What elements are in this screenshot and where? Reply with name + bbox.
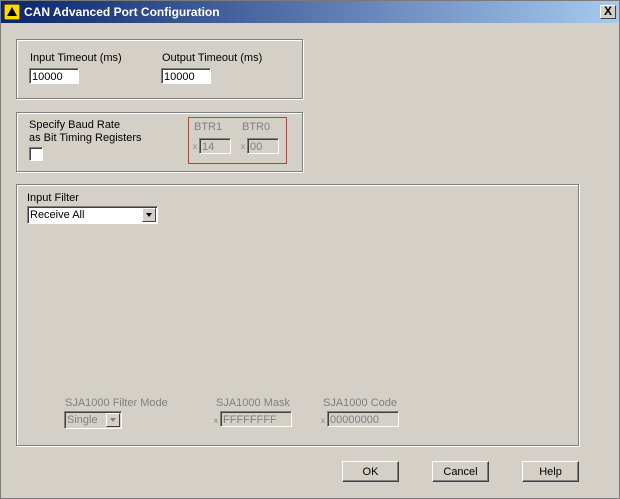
ok-button[interactable]: OK	[342, 461, 399, 482]
code-hex-prefix: x	[321, 416, 325, 425]
input-filter-label: Input Filter	[27, 192, 79, 204]
output-timeout-field[interactable]: 10000	[161, 68, 211, 84]
chevron-down-icon[interactable]	[106, 413, 120, 427]
specify-baud-label-line1: Specify Baud Rate	[29, 119, 121, 131]
filter-mode-label: SJA1000 Filter Mode	[65, 397, 168, 409]
specify-baud-label-line2: as Bit Timing Registers	[29, 132, 142, 144]
btr0-label: BTR0	[242, 121, 271, 133]
close-button[interactable]: X	[600, 5, 616, 19]
btr0-hex-prefix: x	[241, 142, 245, 151]
mask-hex-prefix: x	[214, 416, 218, 425]
window-title: CAN Advanced Port Configuration	[24, 5, 220, 19]
btr1-label: BTR1	[194, 121, 223, 133]
title-bar[interactable]: CAN Advanced Port Configuration X	[1, 1, 619, 23]
output-timeout-label: Output Timeout (ms)	[162, 52, 263, 64]
input-timeout-field[interactable]: 10000	[29, 68, 79, 84]
code-field[interactable]: 00000000	[327, 411, 399, 427]
chevron-down-icon[interactable]	[142, 208, 156, 222]
filter-mode-select[interactable]: Single	[64, 411, 122, 429]
input-filter-select[interactable]: Receive All	[27, 206, 158, 224]
help-button[interactable]: Help	[522, 461, 579, 482]
input-timeout-label: Input Timeout (ms)	[30, 52, 122, 64]
btr1-hex-prefix: x	[193, 142, 197, 151]
btr1-field[interactable]: 14	[199, 138, 231, 154]
close-icon: X	[603, 4, 612, 18]
mask-label: SJA1000 Mask	[216, 397, 290, 409]
btr0-field[interactable]: 00	[247, 138, 279, 154]
mask-field[interactable]: FFFFFFFF	[220, 411, 292, 427]
labview-app-icon	[4, 4, 20, 20]
input-filter-value: Receive All	[30, 209, 85, 221]
filter-mode-value: Single	[67, 414, 98, 426]
cancel-button[interactable]: Cancel	[432, 461, 489, 482]
specify-baud-checkbox[interactable]	[29, 147, 43, 161]
dialog-window: CAN Advanced Port Configuration X Input …	[0, 0, 620, 499]
code-label: SJA1000 Code	[323, 397, 397, 409]
